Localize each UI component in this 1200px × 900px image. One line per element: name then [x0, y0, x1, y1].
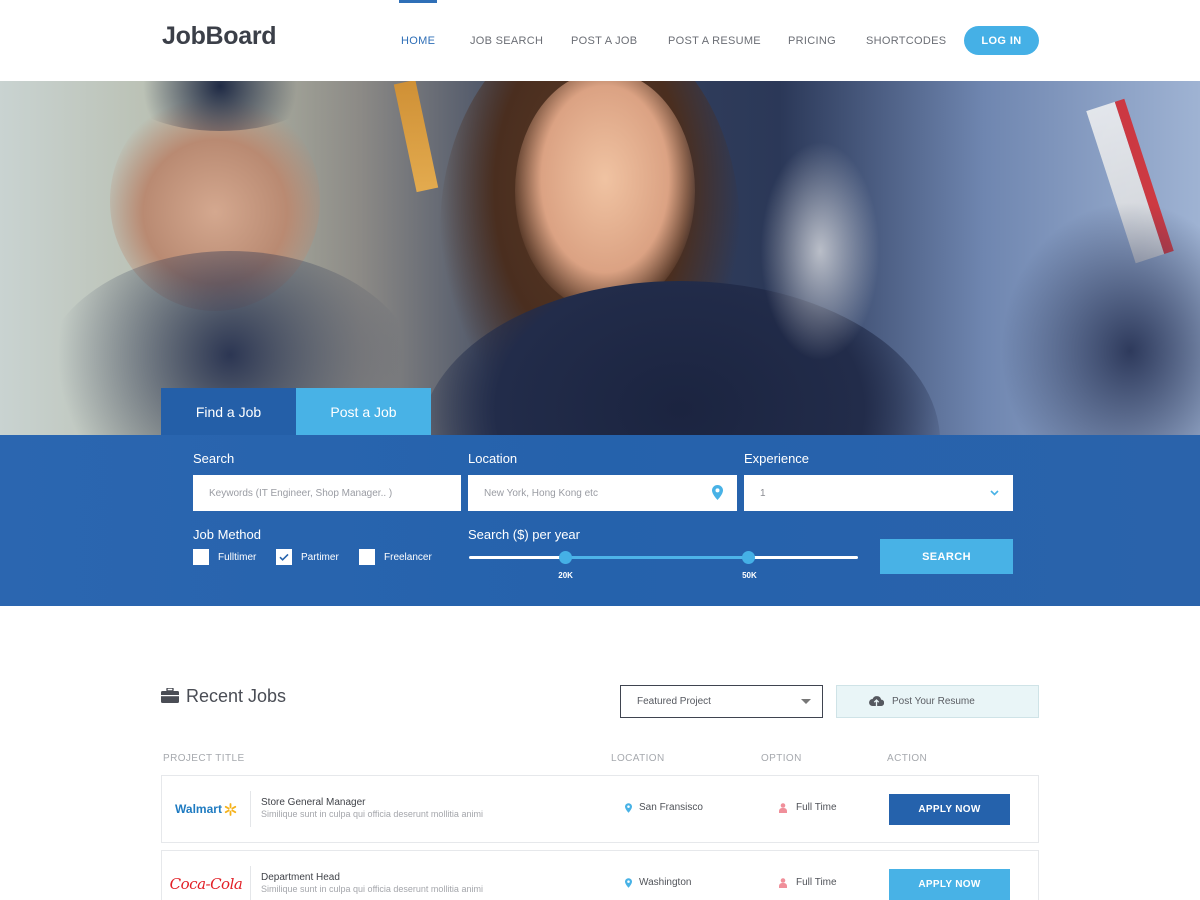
method-partimer[interactable]: Partimer [276, 549, 339, 565]
chevron-down-icon [990, 488, 999, 499]
walmart-spark-icon [224, 802, 237, 816]
salary-slider-max-handle[interactable] [742, 551, 756, 564]
job-option: Full Time [779, 877, 837, 888]
caret-down-icon [801, 699, 811, 704]
column-location: LOCATION [611, 753, 665, 764]
fulltimer-checkbox[interactable] [193, 549, 209, 565]
experience-label: Experience [744, 451, 810, 466]
walmart-logo: Walmart [162, 776, 250, 842]
job-method-label: Job Method [193, 527, 261, 542]
apply-now-button[interactable]: APPLY NOW [889, 794, 1010, 825]
fulltimer-label: Fulltimer [218, 551, 257, 563]
hero-photo-face [515, 81, 695, 311]
nav-post-a-resume[interactable]: POST A RESUME [668, 35, 761, 47]
method-fulltimer[interactable]: Fulltimer [193, 549, 256, 565]
job-title[interactable]: Store General Manager [261, 797, 366, 808]
featured-project-value: Featured Project [637, 696, 711, 707]
nav-job-search[interactable]: JOB SEARCH [470, 35, 543, 47]
experience-value: 1 [760, 487, 766, 499]
user-icon [779, 877, 787, 888]
table-row: Walmart Store General Manager Similique … [161, 775, 1039, 843]
table-row: Coca-Cola Department Head Similique sunt… [161, 850, 1039, 900]
job-option-text: Full Time [796, 802, 837, 813]
location-input-placeholder: New York, Hong Kong etc [484, 487, 598, 499]
coca-cola-logo: Coca-Cola [162, 851, 250, 900]
map-pin-icon [625, 802, 632, 813]
briefcase-icon [161, 687, 179, 708]
partimer-label: Partimer [301, 551, 339, 563]
job-option: Full Time [779, 802, 837, 813]
job-location: Washington [625, 877, 691, 888]
recent-jobs-title: Recent Jobs [186, 686, 287, 706]
column-project-title: PROJECT TITLE [163, 753, 245, 764]
nav-shortcodes[interactable]: SHORTCODES [866, 35, 946, 47]
location-input[interactable]: New York, Hong Kong etc [468, 475, 737, 511]
login-button[interactable]: LOG IN [964, 26, 1039, 55]
job-location-text: Washington [639, 877, 692, 888]
walmart-logo-text: Walmart [175, 802, 222, 816]
search-input-placeholder: Keywords (IT Engineer, Shop Manager.. ) [209, 487, 393, 499]
hero-photo-figure-right [1000, 201, 1200, 435]
search-button[interactable]: SEARCH [880, 539, 1013, 574]
nav-pricing[interactable]: PRICING [788, 35, 836, 47]
method-freelancer[interactable]: Freelancer [359, 549, 432, 565]
coca-cola-logo-text: Coca-Cola [169, 875, 243, 893]
tab-find-a-job[interactable]: Find a Job [161, 388, 296, 435]
tab-post-a-job[interactable]: Post a Job [296, 388, 431, 435]
job-location-text: San Fransisco [639, 802, 703, 813]
check-icon [279, 553, 289, 561]
hero-photo-tassel [393, 81, 439, 193]
job-location: San Fransisco [625, 802, 703, 813]
partimer-checkbox[interactable] [276, 549, 292, 565]
featured-project-select[interactable]: Featured Project [620, 685, 823, 718]
freelancer-checkbox[interactable] [359, 549, 375, 565]
search-panel [0, 435, 1200, 606]
salary-min-value: 20K [558, 571, 573, 580]
job-description: Similique sunt in culpa qui officia dese… [261, 809, 483, 819]
row-divider [250, 866, 251, 900]
row-divider [250, 791, 251, 827]
apply-now-button[interactable]: APPLY NOW [889, 869, 1010, 900]
job-option-text: Full Time [796, 877, 837, 888]
location-label: Location [468, 451, 518, 466]
job-title[interactable]: Department Head [261, 872, 340, 883]
user-icon [779, 802, 787, 813]
experience-select[interactable]: 1 [744, 475, 1013, 511]
salary-max-value: 50K [742, 571, 757, 580]
salary-slider-range [566, 556, 750, 559]
post-resume-button[interactable]: Post Your Resume [836, 685, 1039, 718]
nav-home[interactable]: HOME [398, 0, 438, 47]
search-input[interactable]: Keywords (IT Engineer, Shop Manager.. ) [193, 475, 461, 511]
salary-label: Search ($) per year [468, 527, 580, 542]
site-header: JobBoard HOME JOB SEARCH POST A JOB POST… [0, 0, 1200, 81]
hero-photo-diploma-blur [760, 141, 880, 361]
column-action: ACTION [887, 753, 928, 764]
hero-photo [0, 81, 1200, 435]
cloud-upload-icon [869, 695, 885, 710]
map-pin-icon [625, 877, 632, 888]
nav-post-a-job[interactable]: POST A JOB [571, 35, 637, 47]
site-logo[interactable]: JobBoard [162, 22, 277, 51]
search-label: Search [193, 451, 235, 466]
map-pin-icon [712, 485, 723, 503]
column-option: OPTION [761, 753, 802, 764]
job-description: Similique sunt in culpa qui officia dese… [261, 884, 483, 894]
freelancer-label: Freelancer [384, 551, 432, 563]
post-resume-label: Post Your Resume [892, 696, 975, 707]
